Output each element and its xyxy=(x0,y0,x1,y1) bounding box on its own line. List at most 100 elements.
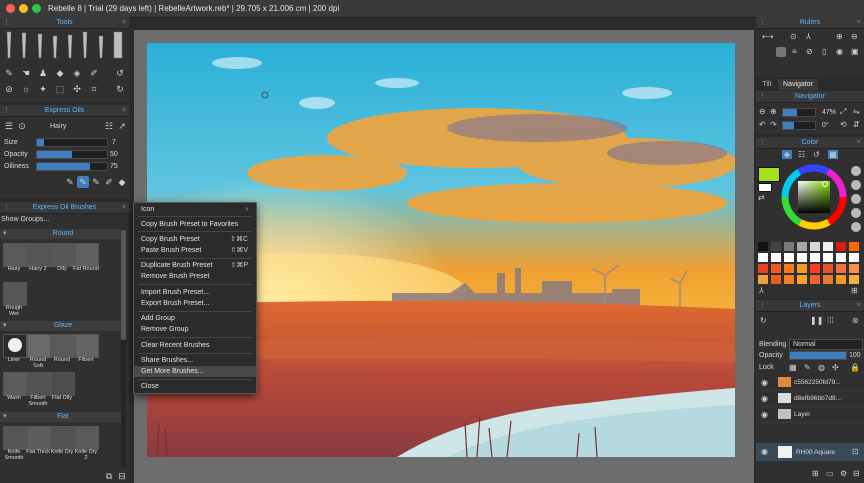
eye-icon[interactable]: ◉ xyxy=(761,378,768,387)
panel-close-icon[interactable]: × xyxy=(122,202,126,213)
fit-screen-icon[interactable]: ⤢ xyxy=(840,107,846,117)
perspective-icon[interactable]: ⅄ xyxy=(806,32,811,41)
brush-thumb[interactable] xyxy=(3,334,27,358)
palette-swatch[interactable] xyxy=(784,275,794,284)
palette-expand-icon[interactable]: ⊞ xyxy=(851,286,858,295)
panel-close-icon[interactable]: × xyxy=(857,300,861,311)
palette-swatch[interactable] xyxy=(771,242,781,251)
zoom-slider[interactable] xyxy=(782,108,816,117)
palette-swatch[interactable] xyxy=(758,264,768,273)
color-sliders-icon[interactable]: ☷ xyxy=(798,150,805,159)
panel-menu-icon[interactable]: ⋮ xyxy=(759,137,766,148)
color-shortcut-button[interactable] xyxy=(851,166,861,176)
palette-swatch[interactable] xyxy=(836,253,846,262)
blend-tool-icon[interactable]: ◈ xyxy=(71,67,83,79)
brush-thumb[interactable] xyxy=(75,243,99,267)
palette-swatch[interactable] xyxy=(849,264,859,273)
menu-item-share-brushes[interactable]: Share Brushes... xyxy=(134,355,256,366)
menu-item-clear-recent[interactable]: Clear Recent Brushes xyxy=(134,340,256,351)
color-wheel-mode-icon[interactable]: ◈ xyxy=(782,150,792,159)
group-header-round[interactable]: ▾ Round xyxy=(0,229,126,239)
flip-icon[interactable]: ⇋ xyxy=(853,107,860,116)
layer-settings-icon[interactable]: ⚙ xyxy=(840,469,847,478)
panel-menu-icon[interactable]: ⋮ xyxy=(3,202,10,213)
ruler-visibility-icon[interactable]: ◉ xyxy=(836,47,843,56)
crop-tool-icon[interactable]: ⌗ xyxy=(88,83,100,95)
brush-thumb[interactable] xyxy=(51,372,75,396)
palette-swatch[interactable] xyxy=(810,253,820,262)
eye-icon[interactable]: ◉ xyxy=(761,394,768,403)
ruler-lock-icon[interactable]: ▯ xyxy=(822,47,826,56)
panel-close-icon[interactable]: × xyxy=(122,17,126,28)
paint-mode-icon[interactable]: ✎ xyxy=(64,176,76,188)
delete-layer-icon[interactable]: ⊟ xyxy=(853,469,860,478)
palette-swatch[interactable] xyxy=(797,275,807,284)
zoom-out-icon[interactable]: ⊖ xyxy=(759,107,766,116)
menu-item-remove-preset[interactable]: Remove Brush Preset xyxy=(134,271,256,282)
eraser-tool-icon[interactable]: ◆ xyxy=(54,67,66,79)
picker-tool-icon[interactable]: ✐ xyxy=(88,67,100,79)
reset-rotation-icon[interactable]: ⟲ xyxy=(840,120,847,129)
zoom-in-icon[interactable]: ⊕ xyxy=(770,107,777,116)
new-group-icon[interactable]: ⧉ xyxy=(103,470,115,482)
palette-swatch[interactable] xyxy=(849,275,859,284)
list-icon[interactable]: ☰ xyxy=(3,120,15,132)
layer-effects-icon[interactable]: ⊛ xyxy=(852,316,859,325)
palette-swatch[interactable] xyxy=(823,242,833,251)
palette-swatch[interactable] xyxy=(836,264,846,273)
layer-options-icon[interactable]: ⊡ xyxy=(852,447,859,456)
brush-thumb[interactable] xyxy=(51,426,75,450)
tab-tilt[interactable]: Tilt xyxy=(756,79,778,90)
target-icon[interactable]: ⊙ xyxy=(16,120,28,132)
undo-icon[interactable]: ↺ xyxy=(114,67,126,79)
panel-menu-icon[interactable]: ⋮ xyxy=(3,105,10,116)
panel-close-icon[interactable]: × xyxy=(857,17,861,28)
rotate-right-icon[interactable]: ↷ xyxy=(770,120,777,129)
menu-item-get-more-brushes[interactable]: Get More Brushes... xyxy=(134,366,256,377)
color-shortcut-button[interactable] xyxy=(851,222,861,232)
layer-tool-icon[interactable]: ↻ xyxy=(760,316,767,325)
lock-wet-icon[interactable]: ◍ xyxy=(818,363,825,372)
layer-opacity-value[interactable]: 100 xyxy=(849,352,861,359)
panel-menu-icon[interactable]: ⋮ xyxy=(759,300,766,311)
brush-thumb[interactable] xyxy=(51,243,75,267)
palette-swatch[interactable] xyxy=(784,264,794,273)
color-wheel[interactable] xyxy=(781,164,847,230)
palette-swatch[interactable] xyxy=(784,253,794,262)
layer-opacity-slider[interactable] xyxy=(789,351,847,360)
blending-dropdown[interactable]: Normal xyxy=(789,339,863,350)
menu-item-icon[interactable]: Icon › xyxy=(134,204,256,215)
palette-swatch[interactable] xyxy=(810,275,820,284)
menu-item-duplicate-preset[interactable]: Duplicate Brush Preset ⇧⌘P xyxy=(134,260,256,271)
stamp-tool-icon[interactable]: ♟ xyxy=(37,67,49,79)
eye-icon[interactable]: ◉ xyxy=(761,410,768,419)
palette-swatch[interactable] xyxy=(797,242,807,251)
ruler-color-swatch[interactable] xyxy=(776,47,786,57)
group-header-glaze[interactable]: ▾ Glaze xyxy=(0,321,126,331)
brushes-scrollbar[interactable] xyxy=(121,228,126,468)
active-color-swatch[interactable] xyxy=(758,167,780,182)
transform-tool-icon[interactable]: ✣ xyxy=(71,83,83,95)
oiliness-value[interactable]: 75 xyxy=(110,163,118,170)
palette-tools-icon[interactable]: ⅄ xyxy=(759,286,764,295)
secondary-color-swatch[interactable] xyxy=(758,183,772,192)
panel-menu-icon[interactable]: ⋮ xyxy=(759,91,766,102)
redo-icon[interactable]: ↻ xyxy=(114,83,126,95)
pause-icon[interactable]: ❚❚ xyxy=(810,316,823,325)
lock-transparency-icon[interactable]: ▦ xyxy=(789,363,797,372)
palette-swatch[interactable] xyxy=(810,264,820,273)
brush-thumb[interactable] xyxy=(27,426,51,450)
brush-thumb[interactable] xyxy=(27,372,51,396)
ruler-clear-icon[interactable]: ⊘ xyxy=(806,47,813,56)
brush-thumb[interactable] xyxy=(27,334,51,358)
lock-position-icon[interactable]: ✣ xyxy=(832,363,839,372)
brush-tips-row[interactable] xyxy=(2,30,127,62)
brush-thumb[interactable] xyxy=(51,334,75,358)
palette-swatch[interactable] xyxy=(823,253,833,262)
menu-item-add-group[interactable]: Add Group xyxy=(134,313,256,324)
menu-item-export-preset[interactable]: Export Brush Preset... xyxy=(134,298,256,309)
menu-item-copy-to-favorites[interactable]: Copy Brush Preset to Favorites xyxy=(134,219,256,230)
ruler-add-icon[interactable]: ⊕ xyxy=(836,32,843,41)
palette-swatch[interactable] xyxy=(823,264,833,273)
menu-item-close[interactable]: Close xyxy=(134,381,256,392)
